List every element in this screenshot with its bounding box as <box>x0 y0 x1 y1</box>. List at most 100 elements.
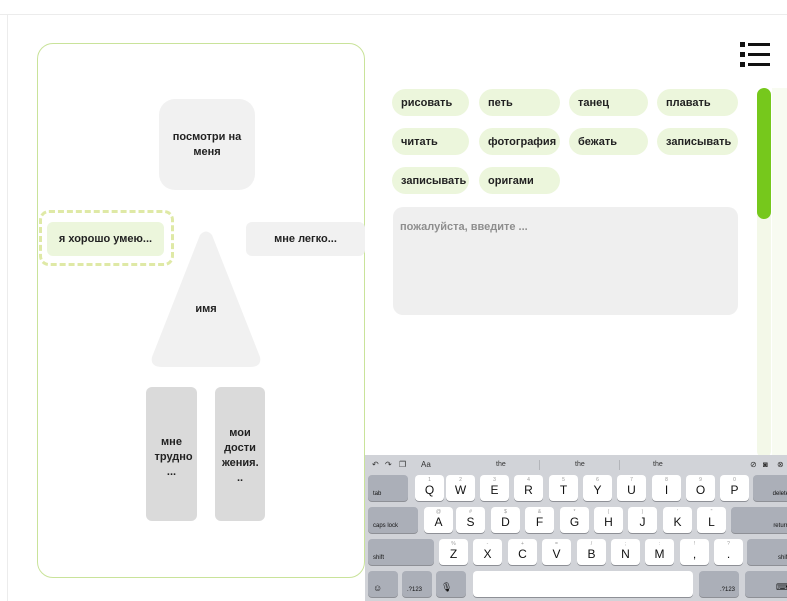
key-hint: ; <box>624 541 627 547</box>
key-o[interactable]: 9O <box>686 475 715 501</box>
key-n[interactable]: ; N <box>611 539 640 565</box>
scroll-thumb[interactable] <box>757 88 771 219</box>
key-hint: 0 <box>733 477 736 483</box>
key-label: .?123 <box>719 587 735 593</box>
chip-draw[interactable]: рисовать <box>392 89 469 116</box>
keyboard-icon: ⌨ <box>776 582 787 592</box>
key-z[interactable]: % Z <box>439 539 468 565</box>
chip-sing[interactable]: петь <box>479 89 560 116</box>
key-label: R <box>524 483 533 497</box>
chip-record-2[interactable]: записывать <box>392 167 469 194</box>
microphone-icon: 🎙 <box>441 582 453 592</box>
suggestion-2[interactable]: the <box>575 461 585 468</box>
undo-icon[interactable]: ↶ <box>372 460 379 469</box>
hide-keyboard-key[interactable]: ⌨ <box>745 571 787 597</box>
chip-read[interactable]: читать <box>392 128 469 155</box>
redo-icon[interactable]: ↷ <box>385 460 392 469</box>
key-label: .?123 <box>407 587 423 593</box>
key-label: U <box>627 483 636 497</box>
key-v[interactable]: = V <box>542 539 571 565</box>
look-at-me-label: посмотри на меня <box>172 130 242 158</box>
key-r[interactable]: 4R <box>514 475 543 501</box>
paste-icon[interactable]: ❐ <box>399 460 406 469</box>
left-divider <box>7 14 8 601</box>
chip-swim[interactable]: плавать <box>657 89 738 116</box>
numbers-key-right[interactable]: .?123 <box>699 571 739 597</box>
scroll-gutter <box>772 88 787 458</box>
key-label: tab <box>373 491 382 497</box>
key-label: I <box>664 483 669 497</box>
key-h[interactable]: (H <box>594 507 623 533</box>
i-am-good-at-label: я хорошо умею... <box>58 232 153 245</box>
key-s[interactable]: # S <box>456 507 485 533</box>
numbers-key[interactable]: .?123 <box>402 571 432 597</box>
chip-run[interactable]: бежать <box>569 128 648 155</box>
chip-label: оригами <box>488 174 534 187</box>
return-key[interactable]: return <box>731 507 787 533</box>
key-w[interactable]: 2W <box>446 475 475 501</box>
look-at-me-card[interactable]: посмотри на меня <box>159 99 255 190</box>
key-hint: ) <box>641 509 644 515</box>
key-y[interactable]: 6Y <box>583 475 612 501</box>
suggestion-1[interactable]: the <box>496 461 506 468</box>
key-a[interactable]: @ A <box>424 507 453 533</box>
key-p[interactable]: 0P <box>720 475 749 501</box>
shift-key-left[interactable]: shift <box>368 539 434 565</box>
space-bar[interactable] <box>473 571 693 597</box>
key-u[interactable]: 7U <box>617 475 646 501</box>
key-label: H <box>604 515 613 529</box>
chip-label: петь <box>488 96 513 109</box>
key-hint: # <box>469 509 472 515</box>
key-comma[interactable]: !, <box>680 539 709 565</box>
key-x[interactable]: -X <box>473 539 502 565</box>
key-g[interactable]: * G <box>560 507 589 533</box>
text-input[interactable]: пожалуйста, введите ... <box>393 207 738 315</box>
chip-record[interactable]: записывать <box>657 128 738 155</box>
chip-photo[interactable]: фотография <box>479 128 560 155</box>
i-am-good-at-card[interactable]: я хорошо умею... <box>47 222 164 256</box>
hard-for-me-card[interactable]: мне трудно ... <box>146 387 197 521</box>
separator <box>539 460 540 470</box>
my-achievements-label: мои дости жения. .. <box>222 427 259 484</box>
key-q[interactable]: 1Q <box>415 475 444 501</box>
key-period[interactable]: ?. <box>714 539 743 565</box>
dictation-key[interactable]: 🎙 <box>436 571 466 597</box>
key-label: . <box>726 547 731 561</box>
key-m[interactable]: :M <box>645 539 674 565</box>
key-b[interactable]: / B <box>577 539 606 565</box>
key-label: K <box>673 515 682 529</box>
key-t[interactable]: 5T <box>549 475 578 501</box>
chip-dance[interactable]: танец <box>569 89 648 116</box>
list-menu-icon[interactable] <box>740 41 770 67</box>
caps-lock-key[interactable]: caps lock <box>368 507 418 533</box>
key-f[interactable]: & F <box>525 507 554 533</box>
shift-key-right[interactable]: shift <box>747 539 787 565</box>
key-d[interactable]: $ D <box>491 507 520 533</box>
separator <box>619 460 620 470</box>
chip-origami[interactable]: оригами <box>479 167 560 194</box>
key-j[interactable]: ) J <box>628 507 657 533</box>
chip-label: читать <box>401 135 438 148</box>
key-hint: ? <box>727 541 730 547</box>
emoji-key[interactable]: ☺ <box>368 571 398 597</box>
key-hint: @ <box>435 509 442 515</box>
key-l[interactable]: " L <box>697 507 726 533</box>
format-aa[interactable]: Aa <box>421 460 431 469</box>
delete-key[interactable]: delete <box>753 475 787 501</box>
key-hint: 5 <box>562 477 565 483</box>
key-hint: / <box>590 541 593 547</box>
key-label: L <box>708 515 715 529</box>
tab-key[interactable]: tab <box>368 475 408 501</box>
key-e[interactable]: 3E <box>480 475 509 501</box>
key-c[interactable]: + C <box>508 539 537 565</box>
key-hint: ( <box>607 509 610 515</box>
my-achievements-card[interactable]: мои дости жения. .. <box>215 387 265 521</box>
key-k[interactable]: ' K <box>663 507 692 533</box>
suggestion-3[interactable]: the <box>653 461 663 468</box>
key-i[interactable]: 8I <box>652 475 681 501</box>
key-hint: : <box>658 541 661 547</box>
easy-for-me-card[interactable]: мне легко... <box>246 222 365 256</box>
close-icon[interactable]: ⊗ <box>777 460 784 469</box>
camera-icon[interactable]: ◙ <box>763 460 768 469</box>
checkmark-icon[interactable]: ⊘ <box>750 460 757 469</box>
